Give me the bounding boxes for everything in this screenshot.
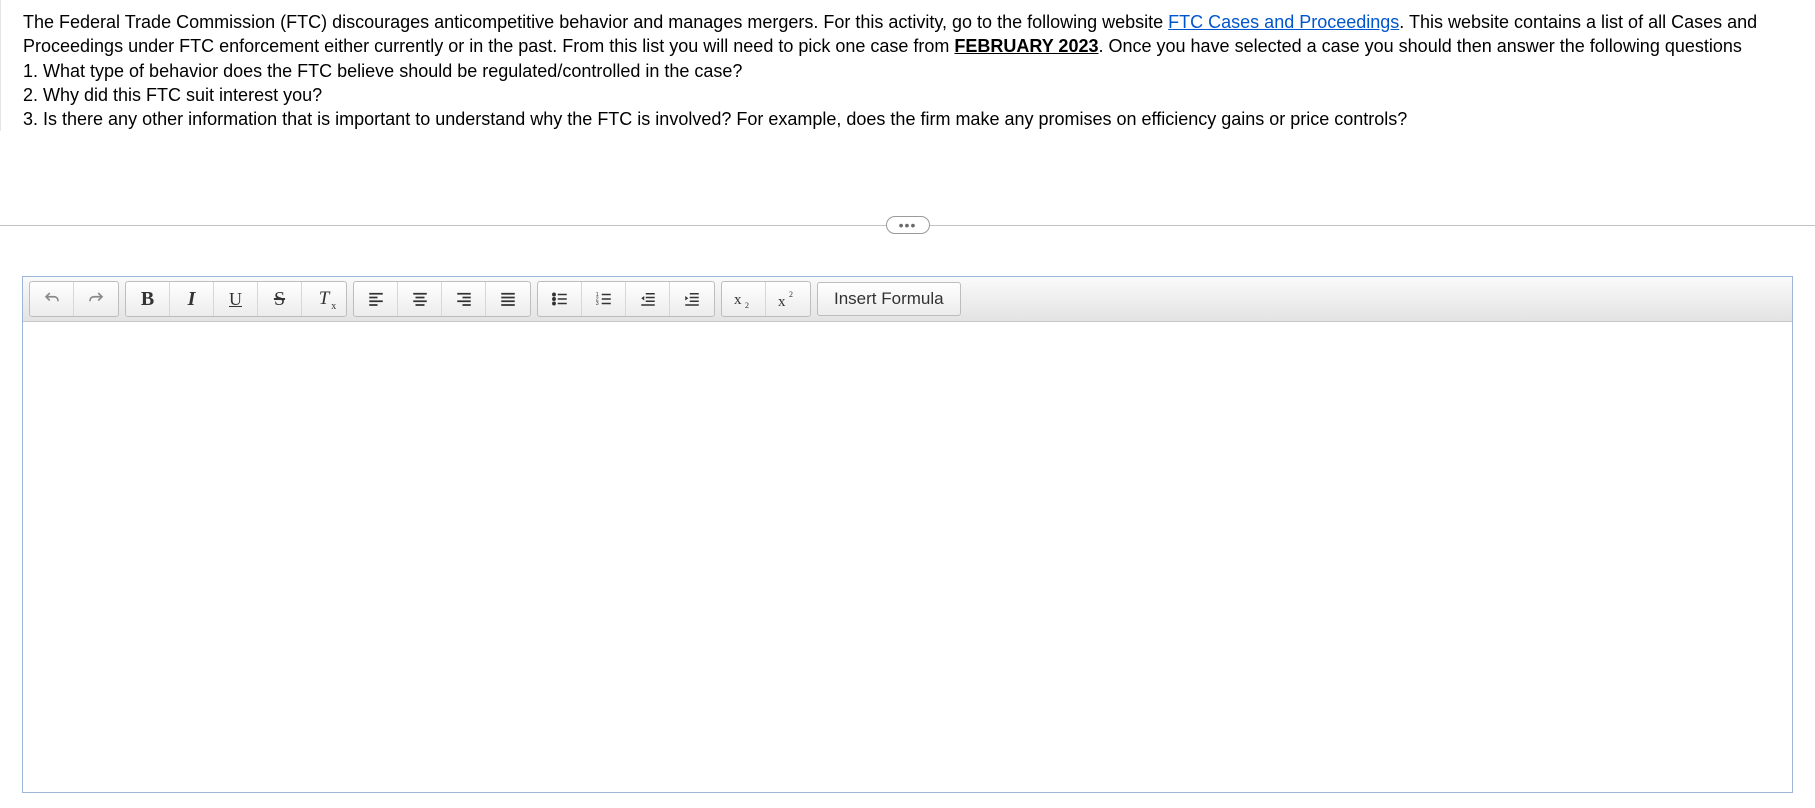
numbered-list-button[interactable]: 123 xyxy=(582,282,626,316)
history-group xyxy=(29,281,119,317)
list-group: 123 xyxy=(537,281,715,317)
rich-text-editor: B I U S T 123 xyxy=(22,276,1793,793)
undo-button[interactable] xyxy=(30,282,74,316)
indent-icon xyxy=(681,290,703,308)
subscript-icon: x2 xyxy=(732,289,756,309)
svg-text:2: 2 xyxy=(745,301,749,309)
script-group: x2 x2 xyxy=(721,281,811,317)
insert-formula-button[interactable]: Insert Formula xyxy=(817,282,961,316)
expand-toggle-button[interactable]: ••• xyxy=(886,216,930,234)
strike-button[interactable]: S xyxy=(258,282,302,316)
question-3: 3. Is there any other information that i… xyxy=(23,109,1407,129)
superscript-icon: x2 xyxy=(776,289,800,309)
ftc-link[interactable]: FTC Cases and Proceedings xyxy=(1168,12,1399,32)
align-right-icon xyxy=(454,290,474,308)
bullet-list-icon xyxy=(549,290,571,308)
undo-icon xyxy=(42,290,62,308)
prompt-bold-date: FEBRUARY 2023 xyxy=(954,36,1098,56)
italic-button[interactable]: I xyxy=(170,282,214,316)
underline-button[interactable]: U xyxy=(214,282,258,316)
align-justify-icon xyxy=(498,290,518,308)
question-prompt: The Federal Trade Commission (FTC) disco… xyxy=(0,0,1815,131)
bullet-list-button[interactable] xyxy=(538,282,582,316)
editor-textarea[interactable] xyxy=(23,322,1792,792)
align-left-icon xyxy=(366,290,386,308)
remove-format-icon: T xyxy=(319,288,330,310)
svg-text:2: 2 xyxy=(789,290,793,299)
align-justify-button[interactable] xyxy=(486,282,530,316)
bold-button[interactable]: B xyxy=(126,282,170,316)
redo-icon xyxy=(86,290,106,308)
font-style-group: B I U S T xyxy=(125,281,347,317)
align-center-icon xyxy=(410,290,430,308)
align-right-button[interactable] xyxy=(442,282,486,316)
svg-text:1: 1 xyxy=(595,292,598,298)
numbered-list-icon: 123 xyxy=(593,290,615,308)
prompt-text-1: The Federal Trade Commission (FTC) disco… xyxy=(23,12,1168,32)
remove-format-button[interactable]: T xyxy=(302,282,346,316)
question-2: 2. Why did this FTC suit interest you? xyxy=(23,85,322,105)
svg-text:2: 2 xyxy=(595,297,598,303)
section-divider: ••• xyxy=(0,216,1815,236)
svg-text:x: x xyxy=(778,294,786,309)
align-left-button[interactable] xyxy=(354,282,398,316)
editor-toolbar: B I U S T 123 xyxy=(23,277,1792,322)
indent-button[interactable] xyxy=(670,282,714,316)
prompt-text-3: . Once you have selected a case you shou… xyxy=(1098,36,1741,56)
question-1: 1. What type of behavior does the FTC be… xyxy=(23,61,742,81)
svg-text:x: x xyxy=(734,292,742,308)
outdent-icon xyxy=(637,290,659,308)
align-center-button[interactable] xyxy=(398,282,442,316)
align-group xyxy=(353,281,531,317)
superscript-button[interactable]: x2 xyxy=(766,282,810,316)
subscript-button[interactable]: x2 xyxy=(722,282,766,316)
outdent-button[interactable] xyxy=(626,282,670,316)
redo-button[interactable] xyxy=(74,282,118,316)
svg-text:3: 3 xyxy=(595,301,598,307)
